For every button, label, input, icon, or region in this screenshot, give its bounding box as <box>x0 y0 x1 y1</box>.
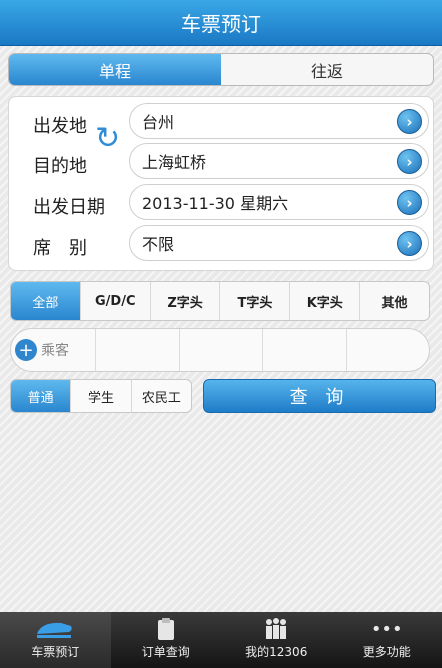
passenger-slot[interactable] <box>95 329 179 371</box>
plus-icon: + <box>15 339 37 361</box>
search-form-card: 出发地 目的地 出发日期 席 别 ↻ 台州 › 上海虹桥 › 2013-11-3… <box>8 96 434 271</box>
nav-more[interactable]: ••• 更多功能 <box>332 612 442 668</box>
trip-type-round-trip[interactable]: 往返 <box>221 54 433 85</box>
ticket-type-student[interactable]: 学生 <box>70 380 130 412</box>
seat-value: 不限 <box>142 235 175 254</box>
clipboard-icon <box>156 617 176 641</box>
chevron-right-icon[interactable]: › <box>397 231 422 256</box>
destination-field[interactable]: 上海虹桥 › <box>129 143 429 179</box>
destination-label: 目的地 <box>33 156 87 177</box>
ticket-type-migrant[interactable]: 农民工 <box>130 380 191 412</box>
ticket-type-tabs: 普通 学生 农民工 <box>10 379 192 413</box>
ticket-type-normal[interactable]: 普通 <box>11 380 71 412</box>
trip-type-one-way[interactable]: 单程 <box>9 54 221 85</box>
add-passenger-label: 乘客 <box>41 343 69 359</box>
date-value: 2013-11-30 星期六 <box>142 194 289 213</box>
page-title: 车票预订 <box>181 12 261 36</box>
passenger-row: + 乘客 <box>10 328 430 372</box>
seat-field[interactable]: 不限 › <box>129 225 429 261</box>
train-icon <box>35 617 75 641</box>
train-type-t[interactable]: T字头 <box>219 282 289 320</box>
departure-value: 台州 <box>142 113 175 132</box>
departure-label: 出发地 <box>33 116 87 137</box>
users-icon <box>263 617 289 641</box>
bottom-nav: 车票预订 订单查询 我的12306 ••• 更多功能 <box>0 612 442 668</box>
chevron-right-icon[interactable]: › <box>397 149 422 174</box>
seat-label: 席 别 <box>33 238 87 259</box>
nav-ticket-booking[interactable]: 车票预订 <box>0 612 111 668</box>
train-type-tabs: 全部 G/D/C Z字头 T字头 K字头 其他 <box>10 281 430 321</box>
chevron-right-icon[interactable]: › <box>397 109 422 134</box>
train-type-k[interactable]: K字头 <box>289 282 359 320</box>
nav-label: 我的12306 <box>245 645 308 659</box>
departure-field[interactable]: 台州 › <box>129 103 429 139</box>
query-button[interactable]: 查 询 <box>203 379 436 413</box>
swap-stations-icon[interactable]: ↻ <box>95 121 120 157</box>
date-field[interactable]: 2013-11-30 星期六 › <box>129 184 429 220</box>
passenger-slot[interactable] <box>178 329 263 371</box>
nav-label: 更多功能 <box>362 645 411 659</box>
nav-label: 车票预订 <box>31 645 80 659</box>
more-dots-icon: ••• <box>370 618 403 640</box>
train-type-other[interactable]: 其他 <box>359 282 429 320</box>
destination-value: 上海虹桥 <box>142 153 207 172</box>
passenger-slot[interactable] <box>262 329 346 371</box>
train-type-all[interactable]: 全部 <box>11 282 80 320</box>
app-header: 车票预订 <box>0 0 442 46</box>
train-type-gdc[interactable]: G/D/C <box>79 282 150 320</box>
nav-label: 订单查询 <box>141 645 190 659</box>
nav-order-query[interactable]: 订单查询 <box>111 612 222 668</box>
passenger-slot[interactable] <box>345 329 430 371</box>
chevron-right-icon[interactable]: › <box>397 190 422 215</box>
add-passenger-button[interactable]: + 乘客 <box>11 329 95 371</box>
date-label: 出发日期 <box>33 197 105 218</box>
nav-my-12306[interactable]: 我的12306 <box>221 612 332 668</box>
train-type-z[interactable]: Z字头 <box>149 282 220 320</box>
trip-type-switch: 单程 往返 <box>8 53 434 86</box>
